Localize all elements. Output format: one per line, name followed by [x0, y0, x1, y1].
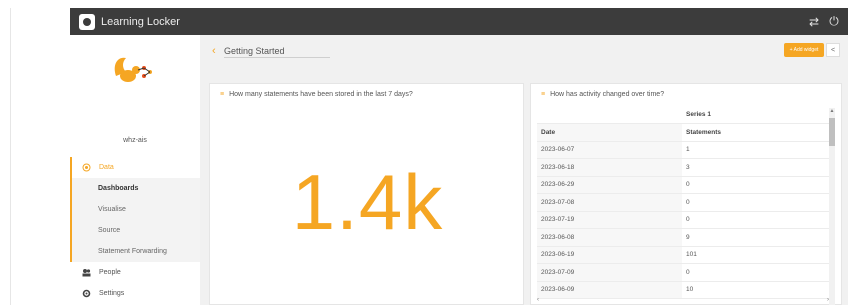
date-cell: 2023-07-09	[537, 263, 682, 282]
table-row: 2023-06-29 0	[537, 176, 833, 194]
top-bar-actions: ⇄ ⏻	[808, 14, 840, 29]
sidebar-item-label: Settings	[99, 290, 125, 297]
sidebar-item-label: People	[99, 269, 121, 276]
table-row: 2023-06-18 3	[537, 158, 833, 177]
title-underline	[224, 57, 330, 58]
org-avatar	[108, 50, 158, 88]
date-cell: 2023-06-08	[537, 228, 682, 247]
statements-cell: 3	[682, 158, 833, 177]
table-header-row: Date Statements	[537, 123, 833, 142]
table-row: 2023-07-09 0	[537, 263, 833, 282]
table-header-row: Series 1	[537, 106, 833, 124]
sidebar-item-dashboards[interactable]: Dashboards	[72, 178, 200, 199]
main-content: ‹ Getting Started + Add widget < ≡ How m…	[200, 35, 848, 305]
scroll-right-icon[interactable]: ›	[827, 297, 829, 303]
statements-cell: 9	[682, 228, 833, 247]
widget-title: ≡ How has activity changed over time?	[541, 91, 664, 98]
widget-title-text: How has activity changed over time?	[550, 91, 665, 98]
date-cell: 2023-07-08	[537, 193, 682, 212]
app-title: Learning Locker	[101, 15, 180, 28]
widget-activity-table: ≡ How has activity changed over time? Se…	[530, 83, 842, 305]
org-name: whz-ais	[123, 137, 147, 144]
page-title[interactable]: Getting Started	[224, 46, 285, 56]
statements-cell: 0	[682, 211, 833, 229]
statements-cell: 101	[682, 246, 833, 264]
date-cell: 2023-06-19	[537, 246, 682, 264]
widget-statement-count: ≡ How many statements have been stored i…	[209, 83, 524, 305]
series-label: Series 1	[682, 106, 833, 124]
vertical-scrollbar[interactable]	[829, 108, 835, 305]
share-icon[interactable]: <	[826, 43, 840, 57]
menu-icon[interactable]: ≡	[541, 91, 545, 98]
column-header-date: Date	[537, 123, 682, 142]
table-row: 2023-07-08 0	[537, 193, 833, 212]
activity-table: Series 1 Date Statements 2023-06-07 1 2023…	[537, 106, 833, 299]
column-header-statements: Statements	[682, 123, 833, 142]
dashboard-header: ‹ Getting Started + Add widget <	[200, 35, 848, 73]
date-cell: 2023-06-18	[537, 158, 682, 177]
date-cell: 2023-07-19	[537, 211, 682, 229]
table-row: 2023-07-19 0	[537, 211, 833, 229]
table-row: 2023-06-07 1	[537, 141, 833, 159]
sidebar-item-statement-forwarding[interactable]: Statement Forwarding	[72, 241, 200, 262]
sidebar: whz-ais Data Dashboards Visualise Source…	[70, 35, 200, 305]
page: Learning Locker ⇄ ⏻ whz-ais Data Dashboa…	[0, 0, 848, 305]
statements-cell: 0	[682, 263, 833, 282]
chevron-left-icon[interactable]: ‹	[212, 45, 216, 57]
statements-cell: 1	[682, 141, 833, 159]
radio-icon	[82, 163, 91, 172]
widget-title-text: How many statements have been stored in …	[229, 91, 413, 98]
date-cell: 2023-06-09	[537, 281, 682, 299]
statement-count-value: 1.4k	[291, 158, 444, 246]
sidebar-item-data[interactable]: Data	[70, 157, 200, 178]
gear-icon	[82, 289, 91, 298]
sidebar-nav: Data Dashboards Visualise Source Stateme…	[70, 157, 200, 304]
logo-icon	[79, 13, 95, 30]
sidebar-item-visualise[interactable]: Visualise	[72, 199, 200, 220]
date-cell: 2023-06-07	[537, 141, 682, 159]
table-row: 2023-06-19 101	[537, 246, 833, 264]
people-icon	[82, 268, 91, 277]
sidebar-item-settings[interactable]: Settings	[70, 283, 200, 304]
sidebar-item-label: Data	[99, 164, 114, 171]
statements-cell: 0	[682, 176, 833, 194]
sidebar-item-source[interactable]: Source	[72, 220, 200, 241]
top-bar: Learning Locker ⇄ ⏻	[70, 8, 848, 35]
table-row: 2023-06-08 9	[537, 228, 833, 247]
switch-icon[interactable]: ⇄	[808, 15, 820, 29]
divider	[10, 8, 11, 305]
table-row: 2023-06-09 10	[537, 281, 833, 299]
date-cell: 2023-06-29	[537, 176, 682, 194]
scroll-thumb[interactable]	[829, 118, 835, 146]
menu-icon[interactable]: ≡	[220, 91, 224, 98]
scroll-up-icon[interactable]: ▲	[829, 108, 835, 114]
activity-table-container: Series 1 Date Statements 2023-06-07 1 2023…	[537, 106, 833, 305]
add-widget-button[interactable]: + Add widget	[784, 43, 824, 57]
statements-cell: 0	[682, 193, 833, 212]
data-submenu: Dashboards Visualise Source Statement Fo…	[70, 178, 200, 262]
scroll-left-icon[interactable]: ‹	[537, 297, 539, 303]
sidebar-item-people[interactable]: People	[70, 262, 200, 283]
logout-icon[interactable]: ⏻	[828, 14, 840, 28]
statements-cell: 10	[682, 281, 833, 299]
widget-title: ≡ How many statements have been stored i…	[220, 91, 413, 98]
